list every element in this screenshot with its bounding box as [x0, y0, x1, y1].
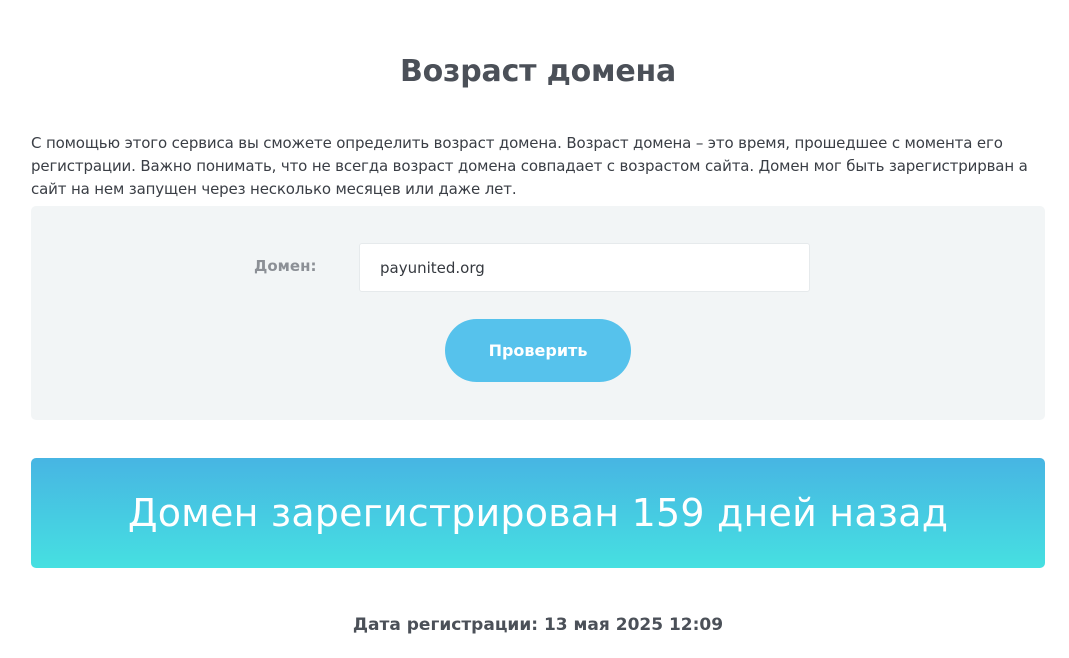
page-title: Возраст домена	[399, 54, 677, 90]
domain-field-label: Домен:	[254, 257, 317, 275]
service-description: С помощью этого сервиса вы сможете опред…	[31, 134, 1028, 198]
result-banner: Домен зарегистрирован 159 дней назад	[31, 458, 1045, 568]
check-button[interactable]: Проверить	[445, 319, 631, 382]
domain-check-form: Домен: Проверить	[31, 206, 1045, 420]
domain-age-result: Домен зарегистрирован 159 дней назад	[127, 491, 949, 535]
domain-input[interactable]	[359, 243, 810, 292]
registration-date: Дата регистрации: 13 мая 2025 12:09	[352, 615, 724, 635]
